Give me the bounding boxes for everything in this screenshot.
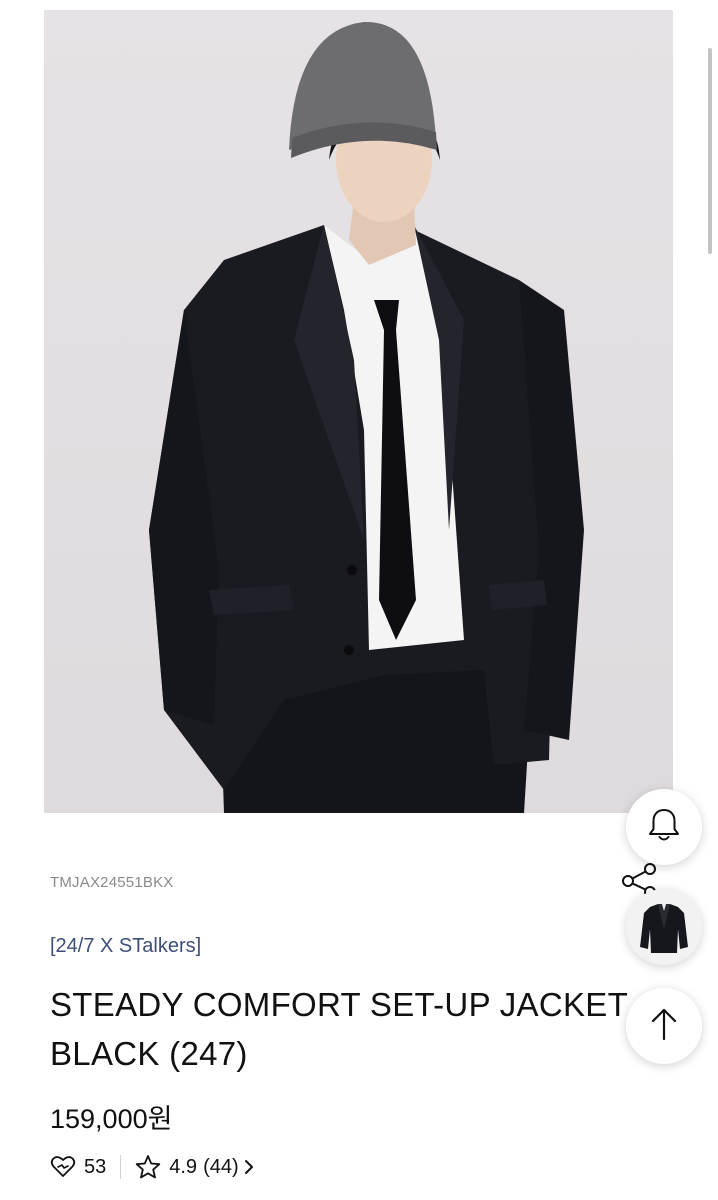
product-title: STEADY COMFORT SET-UP JACKET BLACK (247) xyxy=(50,980,690,1078)
product-title-line1: STEADY COMFORT SET-UP JACKET xyxy=(50,986,629,1023)
stats-divider xyxy=(120,1155,122,1179)
scrollbar[interactable] xyxy=(708,48,712,254)
bell-icon xyxy=(647,807,681,848)
product-title-line2: BLACK (247) xyxy=(50,1035,248,1072)
product-thumbnail[interactable] xyxy=(626,889,702,965)
product-photo-illustration xyxy=(149,21,584,813)
product-image[interactable] xyxy=(44,10,673,813)
star-icon xyxy=(135,1154,161,1180)
product-price: 159,000원 xyxy=(50,1104,173,1134)
brand-collab-link[interactable]: [24/7 X STalkers] xyxy=(50,935,201,958)
review-count-link[interactable]: (44) xyxy=(203,1156,239,1179)
heart-icon[interactable] xyxy=(50,1155,76,1179)
chevron-right-icon[interactable] xyxy=(243,1158,255,1176)
product-stats: 53 4.9 (44) xyxy=(50,1152,255,1182)
notify-button[interactable] xyxy=(626,789,702,865)
likes-count: 53 xyxy=(84,1155,107,1178)
product-sku: TMJAX24551BKX xyxy=(50,874,174,891)
rating-value: 4.9 xyxy=(169,1155,198,1178)
jacket-thumbnail-image xyxy=(626,889,702,965)
